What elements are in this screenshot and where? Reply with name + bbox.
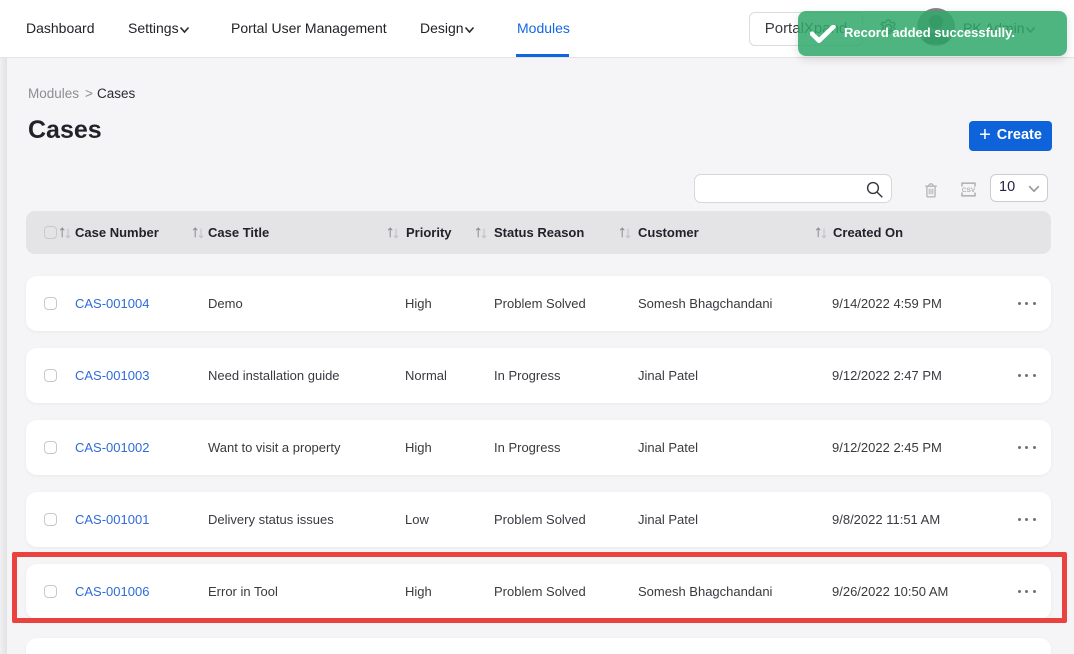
svg-text:CSV: CSV — [962, 187, 976, 194]
